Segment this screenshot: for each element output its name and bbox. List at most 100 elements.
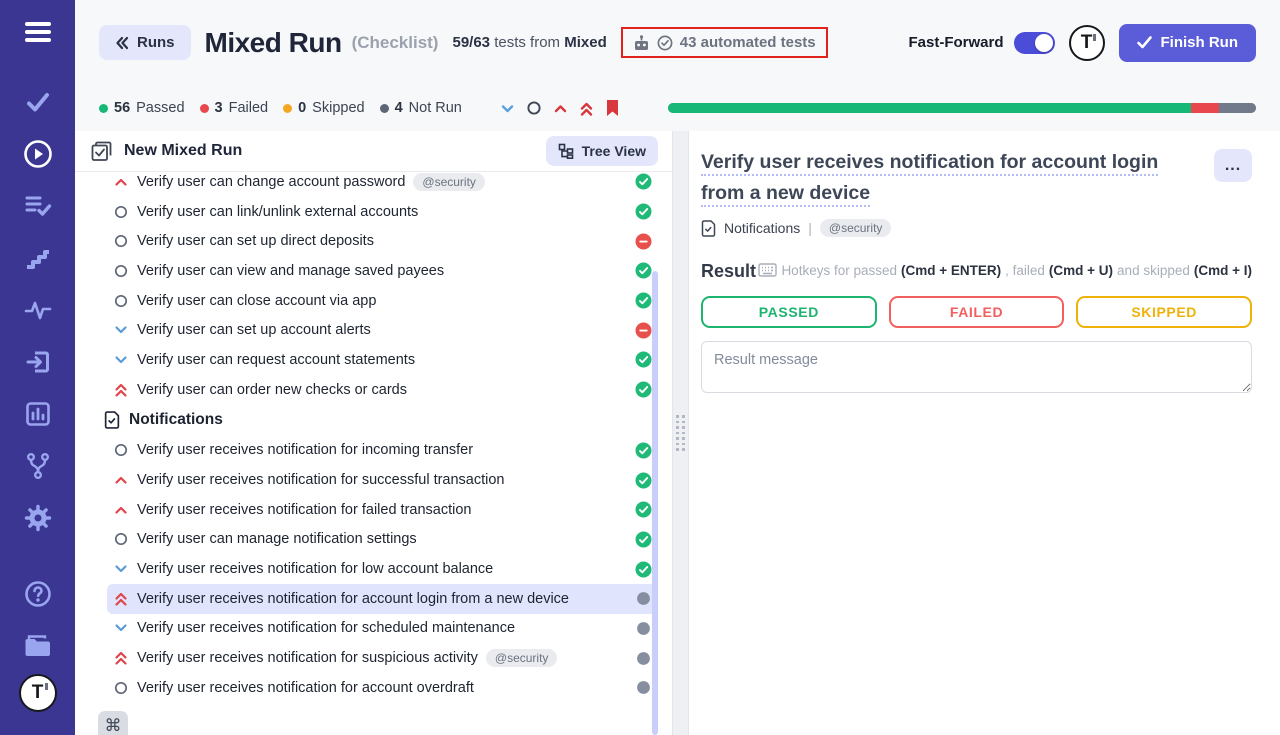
test-row[interactable]: Verify user can close account via app — [107, 286, 658, 316]
app-sidebar: T — [0, 0, 75, 735]
test-row-title: Verify user receives notification for lo… — [137, 561, 493, 577]
menu-icon[interactable] — [0, 6, 75, 58]
collapse-chevron-icon[interactable] — [500, 101, 515, 116]
play-circle-icon[interactable] — [0, 128, 75, 180]
help-icon[interactable] — [0, 568, 75, 620]
test-row[interactable]: Verify user can request account statemen… — [107, 345, 658, 375]
more-options-button[interactable]: ... — [1214, 149, 1252, 182]
fast-forward-label: Fast-Forward — [908, 34, 1003, 51]
automated-tests-badge: 43 automated tests — [633, 34, 816, 51]
test-row[interactable]: Verify user can link/unlink external acc… — [107, 197, 658, 227]
test-row[interactable]: Verify user can order new checks or card… — [107, 375, 658, 405]
test-list-panel: New Mixed Run Tree View Verify user can … — [75, 131, 672, 735]
page-subtitle: (Checklist) — [352, 33, 439, 53]
test-row[interactable]: Verify user receives notification for sc… — [107, 614, 658, 644]
test-row-title: Verify user can set up account alerts — [137, 322, 371, 338]
test-row[interactable]: Verify user can view and manage saved pa… — [107, 256, 658, 286]
hotkeys-hint: Hotkeys for passed (Cmd + ENTER) , faile… — [758, 263, 1252, 278]
tree-view-button[interactable]: Tree View — [546, 136, 658, 166]
test-row-title: Verify user can manage notification sett… — [137, 531, 417, 547]
run-stats: 56Passed3Failed0Skipped4Not Run — [99, 100, 462, 116]
runs-button-label: Runs — [137, 34, 175, 51]
steps-icon[interactable] — [0, 232, 75, 284]
testomat-logo[interactable]: T — [19, 674, 57, 712]
panel-resizer[interactable] — [672, 131, 689, 735]
chevron-down-icon — [113, 322, 129, 338]
test-row[interactable]: Verify user receives notification for fa… — [107, 495, 658, 525]
test-row[interactable]: Verify user can set up direct deposits — [107, 226, 658, 256]
suite-row-label: Notifications — [129, 411, 223, 429]
test-row-selected[interactable]: Verify user receives notification for ac… — [107, 584, 658, 614]
chevron-down-icon — [113, 352, 129, 368]
fast-forward-toggle[interactable] — [1014, 32, 1055, 54]
page-title: Mixed Run — [205, 27, 342, 59]
security-tag-badge[interactable]: @security — [820, 219, 892, 237]
caret-up-marker-icon[interactable] — [553, 101, 568, 116]
test-row[interactable]: Verify user receives notification for su… — [107, 643, 658, 673]
status-not_run-icon — [635, 590, 652, 607]
test-row[interactable]: Verify user receives notification for su… — [107, 465, 658, 495]
folder-icon[interactable] — [0, 620, 75, 672]
suite-name[interactable]: Notifications — [724, 220, 800, 236]
tree-view-label: Tree View — [582, 143, 646, 159]
failed-result-button[interactable]: FAILED — [889, 296, 1065, 328]
run-list-icon[interactable] — [0, 180, 75, 232]
circle-icon — [113, 680, 129, 696]
status-passed-icon — [635, 501, 652, 518]
test-row-title: Verify user receives notification for fa… — [137, 502, 471, 518]
list-scrollbar[interactable] — [652, 271, 658, 735]
signin-icon[interactable] — [0, 336, 75, 388]
test-row-title: Verify user receives notification for su… — [137, 650, 478, 666]
test-row-title: Verify user can view and manage saved pa… — [137, 263, 444, 279]
status-passed-icon — [635, 262, 652, 279]
caret-up-icon — [113, 174, 129, 190]
branch-icon[interactable] — [0, 440, 75, 492]
status-dot-icon — [99, 104, 108, 113]
keyboard-icon — [758, 263, 777, 277]
test-row-title: Verify user can order new checks or card… — [137, 382, 407, 398]
marker-filter-icons — [500, 99, 620, 117]
test-row[interactable]: Verify user receives notification for lo… — [107, 554, 658, 584]
stat-skipped: 0Skipped — [283, 100, 364, 116]
test-detail-title: Verify user receives notification for ac… — [701, 147, 1206, 209]
test-row-title: Verify user can request account statemen… — [137, 352, 415, 368]
pulse-icon[interactable] — [0, 284, 75, 336]
double-caret-up-icon — [113, 382, 129, 398]
passed-result-button[interactable]: PASSED — [701, 296, 877, 328]
bookmark-icon[interactable] — [605, 99, 620, 117]
settings-gear-icon[interactable] — [0, 492, 75, 544]
caret-up-icon — [113, 502, 129, 518]
status-not_run-icon — [635, 650, 652, 667]
circle-marker-icon[interactable] — [526, 100, 542, 116]
finish-run-button[interactable]: Finish Run — [1119, 24, 1257, 62]
test-row[interactable]: Verify user can set up account alerts — [107, 315, 658, 345]
test-row[interactable]: Verify user receives notification for ac… — [107, 673, 658, 703]
test-row[interactable]: Verify user can change account password@… — [107, 172, 658, 197]
status-passed-icon — [635, 531, 652, 548]
double-caret-up-marker-icon[interactable] — [579, 100, 594, 117]
stat-passed: 56Passed — [99, 100, 185, 116]
circle-icon — [113, 204, 129, 220]
test-row[interactable]: Verify user receives notification for in… — [107, 436, 658, 466]
status-passed-icon — [635, 203, 652, 220]
tree-view-icon — [558, 143, 574, 159]
testomat-logo-header[interactable]: T — [1069, 25, 1105, 61]
circle-icon — [113, 442, 129, 458]
status-failed-icon — [635, 322, 652, 339]
test-row[interactable]: Verify user can manage notification sett… — [107, 525, 658, 555]
app-window: T Runs Mixed Run (Checklist) 59/63 tests… — [0, 0, 1280, 735]
result-buttons: PASSED FAILED SKIPPED — [701, 296, 1252, 328]
test-row-title: Verify user can change account password — [137, 174, 405, 190]
check-icon[interactable] — [0, 76, 75, 128]
back-to-runs-button[interactable]: Runs — [99, 25, 191, 60]
result-message-input[interactable] — [701, 341, 1252, 393]
analytics-icon[interactable] — [0, 388, 75, 440]
top-header: Runs Mixed Run (Checklist) 59/63 tests f… — [75, 0, 1280, 85]
status-not_run-icon — [635, 679, 652, 696]
file-icon — [701, 220, 716, 237]
suite-row[interactable]: Notifications — [75, 405, 672, 436]
status-passed-icon — [635, 561, 652, 578]
skipped-result-button[interactable]: SKIPPED — [1076, 296, 1252, 328]
test-row-title: Verify user receives notification for ac… — [137, 680, 474, 696]
caret-up-icon — [113, 472, 129, 488]
